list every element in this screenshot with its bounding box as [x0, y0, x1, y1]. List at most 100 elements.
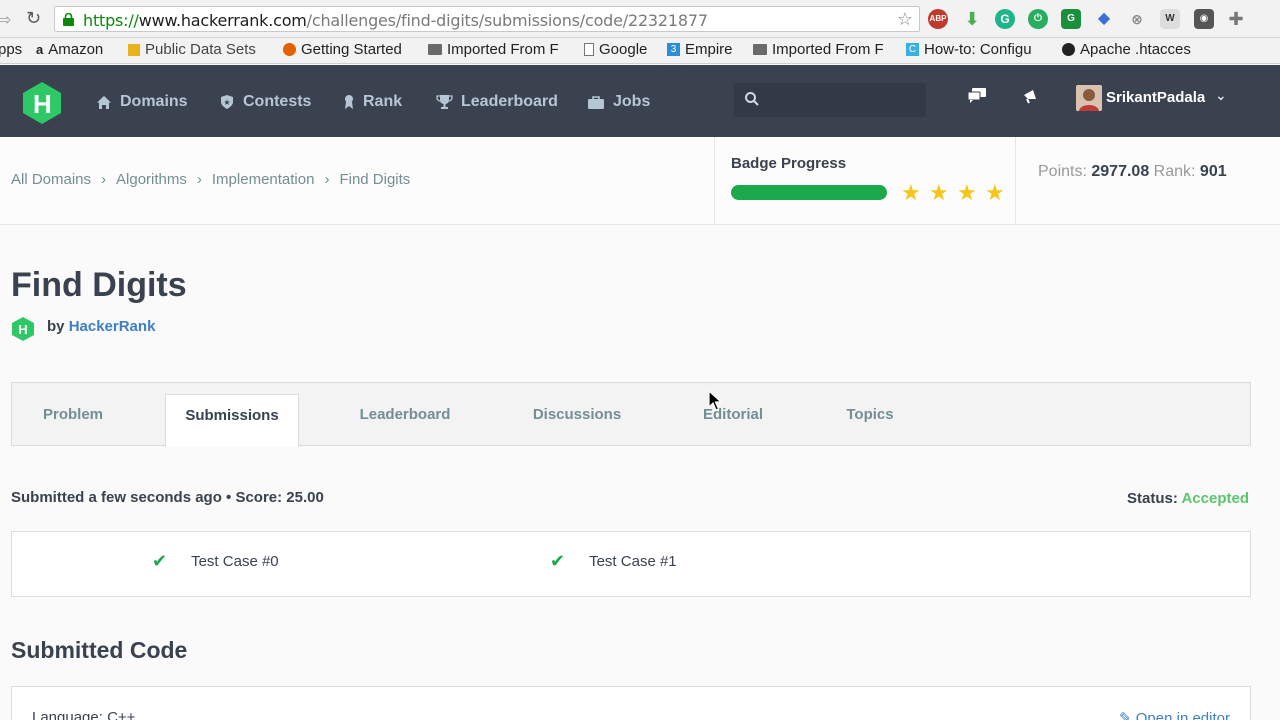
bookmark-empire[interactable]: 3 Empire: [667, 41, 733, 58]
extension-green-icon[interactable]: ⏻: [1028, 9, 1048, 29]
bookmark-howto[interactable]: C How-to: Configu: [906, 41, 1032, 58]
adblock-icon[interactable]: ABP: [928, 9, 948, 29]
search-input[interactable]: [734, 83, 926, 117]
nav-domains[interactable]: Domains: [96, 93, 188, 111]
amazon-icon: a: [36, 42, 44, 57]
notifications-icon[interactable]: [1022, 87, 1040, 105]
bookmark-getting-started[interactable]: Getting Started: [283, 41, 402, 58]
breadcrumb-all-domains[interactable]: All Domains: [11, 171, 91, 188]
test-case[interactable]: ✔ Test Case #1: [550, 551, 677, 572]
bookmark-apache[interactable]: Apache .htacces: [1062, 41, 1191, 58]
tab-discussions[interactable]: Discussions: [520, 383, 634, 447]
author-link[interactable]: HackerRank: [69, 318, 156, 335]
open-in-editor-link[interactable]: ✎ Open in editor: [1119, 709, 1230, 720]
badge-progress-title: Badge Progress: [731, 155, 847, 172]
download-icon[interactable]: ⬇: [962, 9, 982, 29]
trophy-shield-icon: ★: [221, 95, 233, 109]
bookmark-imported-2[interactable]: Imported From F: [753, 41, 884, 58]
chevron-right-icon: ›: [101, 171, 107, 188]
avatar[interactable]: [1076, 85, 1102, 111]
reload-icon[interactable]: ↻: [26, 8, 41, 29]
status-badge: Accepted: [1181, 490, 1249, 507]
points-value: 2977.08: [1091, 163, 1150, 180]
grammarly-icon[interactable]: G: [995, 9, 1015, 29]
username[interactable]: SrikantPadala: [1106, 89, 1205, 106]
bookmark-apps[interactable]: pps: [0, 41, 22, 58]
breadcrumb-bar: All Domains › Algorithms › Implementatio…: [0, 137, 1280, 225]
nav-rank[interactable]: Rank: [343, 93, 402, 111]
page-title: Find Digits: [11, 266, 187, 304]
extension-diamond-icon[interactable]: ◆: [1094, 9, 1114, 29]
firefox-icon: [283, 43, 296, 56]
check-icon: ✔: [152, 551, 168, 571]
forward-icon[interactable]: ⇨: [0, 10, 11, 30]
howto-icon: C: [906, 43, 919, 56]
tab-submissions[interactable]: Submissions: [165, 394, 299, 447]
submission-summary: Submitted a few seconds ago • Score: 25.…: [11, 489, 324, 506]
breadcrumb-algorithms[interactable]: Algorithms: [116, 171, 187, 188]
author-line: by HackerRank: [47, 318, 156, 335]
submission-status: Status: Accepted: [1127, 490, 1249, 507]
chevron-down-icon[interactable]: ⌄: [1215, 87, 1227, 104]
test-case[interactable]: ✔ Test Case #0: [152, 551, 279, 572]
url-text: https://www.hackerrank.com/challenges/fi…: [83, 11, 708, 30]
bookmark-public-data[interactable]: Public Data Sets: [128, 41, 256, 58]
editor-icon: ✎: [1119, 710, 1132, 720]
language-label: Language: C++: [32, 709, 136, 720]
chevron-right-icon: ›: [324, 171, 330, 188]
breadcrumb: All Domains › Algorithms › Implementatio…: [11, 171, 410, 188]
folder-icon: [753, 44, 767, 55]
bookmark-google[interactable]: Google: [584, 41, 647, 58]
address-bar[interactable]: https://www.hackerrank.com/challenges/fi…: [54, 6, 920, 32]
extension-pin-icon[interactable]: ◉: [1194, 9, 1214, 29]
hackerrank-badge-icon: H: [12, 317, 34, 341]
bookmark-amazon[interactable]: a Amazon: [36, 41, 103, 58]
chevron-right-icon: ›: [196, 171, 202, 188]
star-icon: ★: [957, 180, 977, 205]
bookmarks-bar: pps a Amazon Public Data Sets Getting Sta…: [0, 38, 1280, 64]
empire-icon: 3: [667, 43, 680, 56]
lock-icon: [63, 13, 74, 26]
extension-w-icon[interactable]: W: [1160, 9, 1180, 29]
cube-icon: [128, 43, 140, 56]
star-icon: ★: [901, 180, 921, 205]
star-icon: ★: [985, 180, 1005, 205]
nav-leaderboard[interactable]: Leaderboard: [436, 93, 558, 111]
apache-icon: [1062, 43, 1075, 56]
extension-g-icon[interactable]: G: [1061, 9, 1081, 29]
tab-leaderboard[interactable]: Leaderboard: [348, 383, 462, 447]
logo-letter: H: [33, 89, 52, 119]
bookmark-star-icon[interactable]: ☆: [897, 9, 913, 30]
briefcase-icon: [588, 95, 604, 109]
browser-toolbar: ⇨ ↻ https://www.hackerrank.com/challenge…: [0, 0, 1280, 38]
extension-puzzle-icon[interactable]: ✚: [1226, 9, 1246, 29]
test-cases-panel: ✔ Test Case #0 ✔ Test Case #1: [11, 531, 1251, 597]
mouse-cursor-icon: [708, 390, 723, 411]
star-icon: ★: [929, 180, 949, 205]
breadcrumb-find-digits[interactable]: Find Digits: [339, 171, 410, 188]
points-rank: Points: 2977.08 Rank: 901: [1038, 163, 1227, 180]
breadcrumb-implementation[interactable]: Implementation: [212, 171, 315, 188]
page-icon: [584, 43, 594, 56]
nav-jobs[interactable]: Jobs: [587, 93, 650, 111]
extension-close-icon[interactable]: ⊗: [1127, 9, 1147, 29]
rank-icon: [345, 95, 353, 109]
nav-contests[interactable]: ★ Contests: [219, 93, 311, 111]
svg-text:H: H: [18, 322, 27, 337]
svg-text:★: ★: [223, 98, 230, 107]
folder-icon: [428, 44, 442, 55]
bookmark-imported-1[interactable]: Imported From F: [428, 41, 559, 58]
tab-topics[interactable]: Topics: [832, 383, 908, 447]
submitted-code-title: Submitted Code: [11, 637, 188, 663]
trophy-icon: [436, 95, 453, 109]
tab-editorial[interactable]: Editorial: [692, 383, 774, 447]
rank-value: 901: [1199, 163, 1227, 180]
tab-problem[interactable]: Problem: [32, 383, 114, 447]
messages-icon[interactable]: [967, 87, 987, 105]
home-icon: [97, 95, 111, 109]
badge-progress-panel: Badge Progress ★ ★ ★ ★: [714, 137, 1016, 225]
search-icon: [745, 92, 759, 106]
challenge-tabs: Problem Submissions Leaderboard Discussi…: [11, 382, 1251, 447]
code-panel: Language: C++ ✎ Open in editor: [11, 686, 1251, 720]
check-icon: ✔: [550, 551, 566, 571]
